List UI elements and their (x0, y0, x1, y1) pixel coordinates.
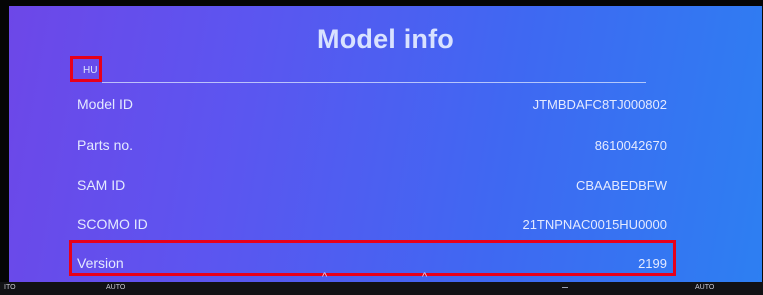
version-highlight-box (69, 240, 676, 276)
model-id-value: JTMBDAFC8TJ000802 (532, 97, 667, 112)
parts-no-label: Parts no. (77, 137, 134, 153)
sam-id-value: CBAABEDBFW (575, 178, 667, 193)
row-sam-id: SAM ID CBAABEDBFW (77, 173, 679, 197)
row-model-id: Model ID JTMBDAFC8TJ000802 (77, 92, 679, 116)
auto-button-right[interactable]: AUTO (695, 284, 714, 291)
parts-no-value: 8610042670 (594, 138, 667, 153)
row-parts-no: Parts no. 8610042670 (77, 133, 679, 157)
row-scomo-id: SCOMO ID 21TNPNAC0015HU0000 (77, 212, 679, 236)
header-divider (102, 82, 646, 83)
model-id-label: Model ID (77, 96, 134, 112)
tab-hu[interactable]: HU (70, 56, 102, 82)
tab-hu-label: HU (83, 65, 98, 76)
model-info-screen: Model info HU Model ID JTMBDAFC8TJ000802… (9, 6, 762, 282)
sam-id-label: SAM ID (77, 177, 126, 193)
scomo-id-value: 21TNPNAC0015HU0000 (522, 217, 667, 232)
climate-bottom-bar: ITO AUTO AUTO (0, 282, 763, 295)
bottom-bar-separator (562, 287, 568, 288)
screen-bezel-left (0, 0, 9, 295)
auto-button-left[interactable]: AUTO (106, 284, 125, 291)
page-title: Model info (317, 24, 454, 54)
scomo-id-label: SCOMO ID (77, 216, 148, 232)
bottom-bar-left-label[interactable]: ITO (4, 284, 16, 291)
